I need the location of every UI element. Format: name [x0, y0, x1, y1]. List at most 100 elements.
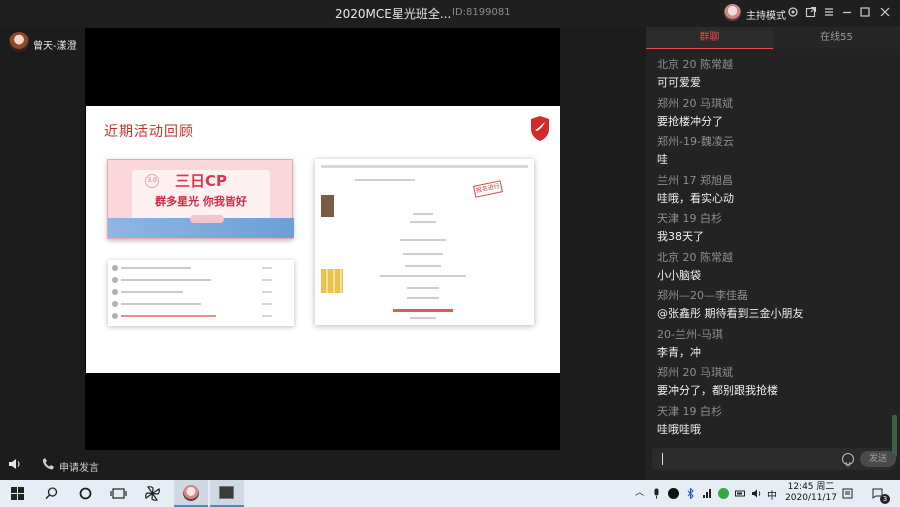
- message-sender: 天津 19 白杉: [657, 212, 722, 225]
- tab-group-chat[interactable]: 群聊: [646, 27, 773, 49]
- chat-input[interactable]: 发送: [652, 448, 896, 470]
- phone-icon[interactable]: [42, 457, 55, 470]
- chat-message: 郑州 20 马琪斌 要冲分了，都别跟我抢楼: [657, 364, 887, 398]
- clock-date: 2020/11/17: [785, 493, 837, 503]
- chat-message: 天津 19 白杉 我38天了: [657, 210, 887, 244]
- host-mode-label[interactable]: 主持模式: [746, 7, 786, 22]
- message-text: 李青，冲: [657, 345, 701, 359]
- message-text: 哇: [657, 153, 668, 166]
- tray-mic-icon[interactable]: [651, 488, 662, 499]
- chat-tabs: 群聊 在线55: [646, 27, 900, 49]
- notification-count-badge: 3: [880, 494, 890, 504]
- post-line: [410, 317, 436, 319]
- chat-message: 郑州-19-魏凌云哇: [657, 133, 887, 167]
- popout-icon[interactable]: [804, 6, 818, 20]
- message-sender: 兰州 17 郑旭昌: [657, 173, 733, 187]
- message-text: 要抢楼冲分了: [657, 114, 723, 128]
- volume-icon[interactable]: [751, 488, 762, 499]
- list-item: [112, 300, 290, 308]
- room-id: ID:8199081: [452, 7, 511, 18]
- bluetooth-icon[interactable]: [685, 488, 696, 499]
- post-photo: [321, 195, 334, 217]
- emoji-icon[interactable]: [842, 453, 854, 467]
- pinwheel-app-icon[interactable]: [144, 485, 161, 502]
- tray-qq-icon[interactable]: [668, 488, 679, 499]
- classroom-app-icon: [219, 486, 234, 499]
- action-center-icon[interactable]: [842, 488, 853, 499]
- apply-speak-button[interactable]: 申请发言: [59, 459, 99, 474]
- post-line: [380, 275, 466, 277]
- msi-shield-logo: [531, 116, 549, 141]
- message-sender: 20-兰州-马琪: [657, 327, 723, 341]
- list-item: [112, 264, 290, 272]
- post-stamp: 报名进行: [473, 180, 503, 198]
- post-line: [410, 221, 436, 223]
- presenter-avatar[interactable]: [9, 32, 29, 52]
- post-line: [355, 179, 415, 181]
- taskbar-app-classroom-active[interactable]: [210, 480, 244, 507]
- minimize-icon[interactable]: [840, 6, 854, 20]
- message-sender: 郑州 20 马琪斌: [657, 96, 733, 110]
- comment-list-screenshot: [108, 260, 294, 326]
- banner-tag: [190, 215, 224, 223]
- message-text: 可可爱爱: [657, 76, 701, 89]
- windows-taskbar: ︿ 中 12:45 周二 2020/11/17 3: [0, 480, 900, 507]
- tray-green-app-icon[interactable]: [718, 488, 729, 499]
- tab-online-users[interactable]: 在线55: [773, 27, 900, 49]
- presentation-slide: 近期活动回顾 3.0 三日CP 群多星光 你我皆好 报名进行: [86, 106, 560, 373]
- message-text: 我38天了: [657, 230, 704, 243]
- post-line: [400, 239, 446, 241]
- list-item: [112, 312, 290, 320]
- post-line: [407, 297, 439, 299]
- slide-title: 近期活动回顾: [104, 124, 194, 140]
- message-text: @张鑫彤 期待看到三金小朋友: [657, 307, 804, 320]
- search-icon[interactable]: [43, 485, 60, 502]
- banner-main-text: 三日CP: [174, 172, 227, 190]
- chat-message: 北京 20 陈常越 可可爱爱: [657, 56, 887, 90]
- chat-message: 天津 19 白杉 哇哦哇哦: [657, 403, 887, 437]
- windows-start-icon[interactable]: [9, 485, 26, 502]
- post-line: [407, 287, 439, 289]
- post-line: [403, 253, 443, 255]
- battery-icon[interactable]: [735, 488, 746, 499]
- chat-message: 郑州—20—李佳磊 @张鑫彤 期待看到三金小朋友: [657, 287, 887, 321]
- host-avatar[interactable]: [724, 4, 741, 21]
- send-button[interactable]: 发送: [860, 451, 896, 467]
- banner-sub-text: 群多星光 你我皆好: [155, 195, 247, 208]
- post-line: [413, 213, 433, 215]
- taskbar-app-live-active[interactable]: [174, 480, 208, 507]
- message-text: 小小脑袋: [657, 268, 701, 282]
- message-sender: 郑州-19-魏凌云: [657, 135, 734, 148]
- system-clock[interactable]: 12:45 周二 2020/11/17: [783, 482, 839, 504]
- title-bar: 2020MCE星光班全... ID:8199081 主持模式: [0, 0, 900, 27]
- cortana-icon[interactable]: [77, 485, 94, 502]
- live-app-icon: [183, 485, 199, 501]
- post-link-red: [393, 309, 453, 312]
- tray-chevron-icon[interactable]: ︿: [634, 488, 645, 499]
- live-classroom-window: 2020MCE星光班全... ID:8199081 主持模式 曾天-漾澄 排麦 …: [0, 0, 900, 480]
- network-icon[interactable]: [702, 488, 713, 499]
- event-banner-image: 3.0 三日CP 群多星光 你我皆好: [107, 159, 294, 239]
- chat-message: 郑州 20 马琪斌 要抢楼冲分了: [657, 95, 887, 129]
- message-text: 哇哦哇哦: [657, 422, 701, 436]
- post-line: [405, 265, 441, 267]
- chat-message: 北京 20 陈常越 小小脑袋: [657, 249, 887, 283]
- task-view-icon[interactable]: [110, 485, 127, 502]
- message-sender: 北京 20 陈常越: [657, 250, 733, 264]
- message-sender: 天津 19 白杉: [657, 404, 722, 418]
- input-method-indicator[interactable]: 中: [767, 487, 777, 502]
- message-sender: 郑州 20 马琪斌: [657, 366, 733, 379]
- settings-icon[interactable]: [786, 6, 800, 20]
- chat-scrollbar[interactable]: [892, 415, 897, 457]
- message-sender: 北京 20 陈常越: [657, 58, 733, 71]
- list-item: [112, 288, 290, 296]
- presenter-name: 曾天-漾澄: [33, 41, 77, 52]
- speaker-icon[interactable]: [8, 458, 21, 470]
- maximize-icon[interactable]: [858, 6, 872, 20]
- chat-message: 20-兰州-马琪 李青，冲: [657, 326, 887, 360]
- chat-message: 兰州 17 郑旭昌 哇哦，看实心动: [657, 172, 887, 206]
- post-emoji-grid: [321, 269, 343, 293]
- menu-icon[interactable]: [822, 6, 836, 20]
- close-icon[interactable]: [878, 6, 892, 20]
- post-header-bar: [321, 165, 528, 168]
